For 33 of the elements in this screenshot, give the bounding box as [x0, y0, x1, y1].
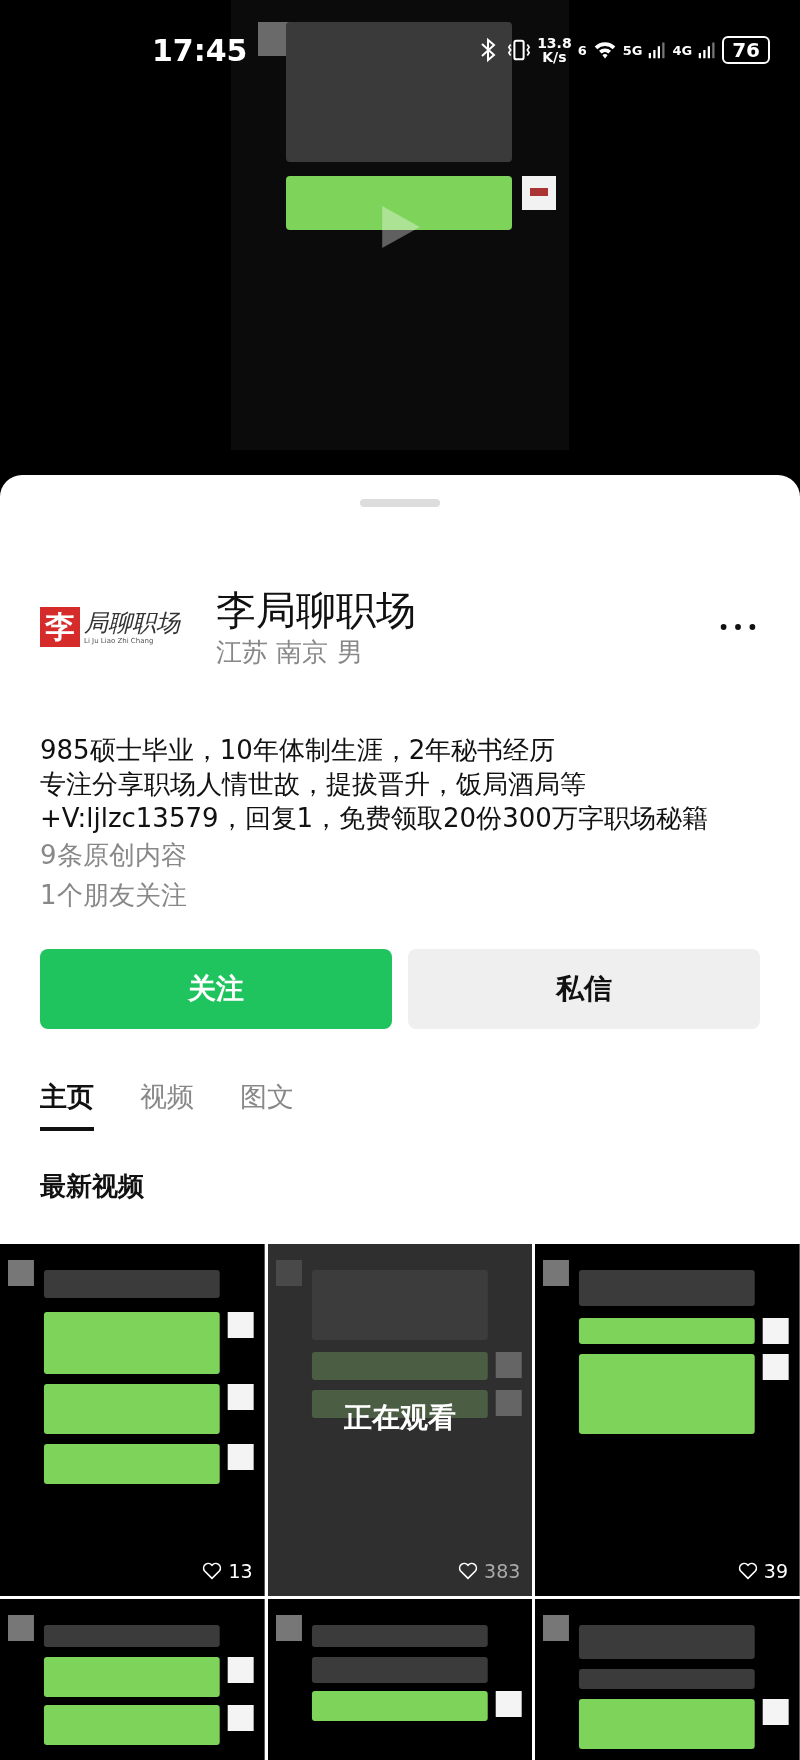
profile-stat: 9条原创内容 [40, 839, 187, 872]
message-button[interactable]: 私信 [408, 949, 760, 1029]
profile-location: 江苏 南京 男 [216, 636, 364, 669]
tab[interactable]: 主页 [40, 1079, 94, 1131]
heart-icon [458, 1562, 479, 1580]
logo-seal: 李 [40, 607, 80, 647]
network-speed: 13.8 [537, 36, 572, 50]
bio-line: 专注分享职场人情世故，提拔晋升，饭局酒局等 [40, 768, 586, 801]
follow-button[interactable]: 关注 [40, 949, 392, 1029]
network-label: 4G [672, 42, 693, 58]
bio-line: 985硕士毕业，10年体制生涯，2年秘书经历 [40, 734, 556, 767]
watching-label: 正在观看 [343, 1400, 457, 1436]
profile-name: 李局聊职场 [216, 586, 417, 635]
drag-handle[interactable] [360, 499, 440, 507]
status-time: 17:45 [152, 32, 248, 68]
tab[interactable]: 视频 [140, 1079, 194, 1131]
like-count: 13 [228, 1560, 253, 1582]
profile-stat: 1个朋友关注 [40, 879, 187, 912]
more-icon[interactable] [720, 623, 756, 631]
like-count: 383 [484, 1560, 521, 1582]
logo-title: 局聊职场 [84, 609, 180, 637]
heart-icon [202, 1562, 223, 1580]
section-title: 最新视频 [39, 1170, 145, 1203]
battery-level: 76 [722, 36, 770, 64]
tab[interactable]: 图文 [240, 1079, 294, 1131]
bio-line: +V:ljlzc13579，回复1，免费领取20份300万字职场秘籍 [40, 802, 708, 835]
speed-unit: K/s [542, 50, 567, 64]
play-icon[interactable] [380, 204, 422, 250]
heart-icon [737, 1562, 758, 1580]
vibrate-icon [507, 37, 532, 63]
wifi-label: 6 [577, 42, 587, 58]
network-label: 5G [622, 42, 643, 58]
like-count: 39 [763, 1560, 788, 1582]
